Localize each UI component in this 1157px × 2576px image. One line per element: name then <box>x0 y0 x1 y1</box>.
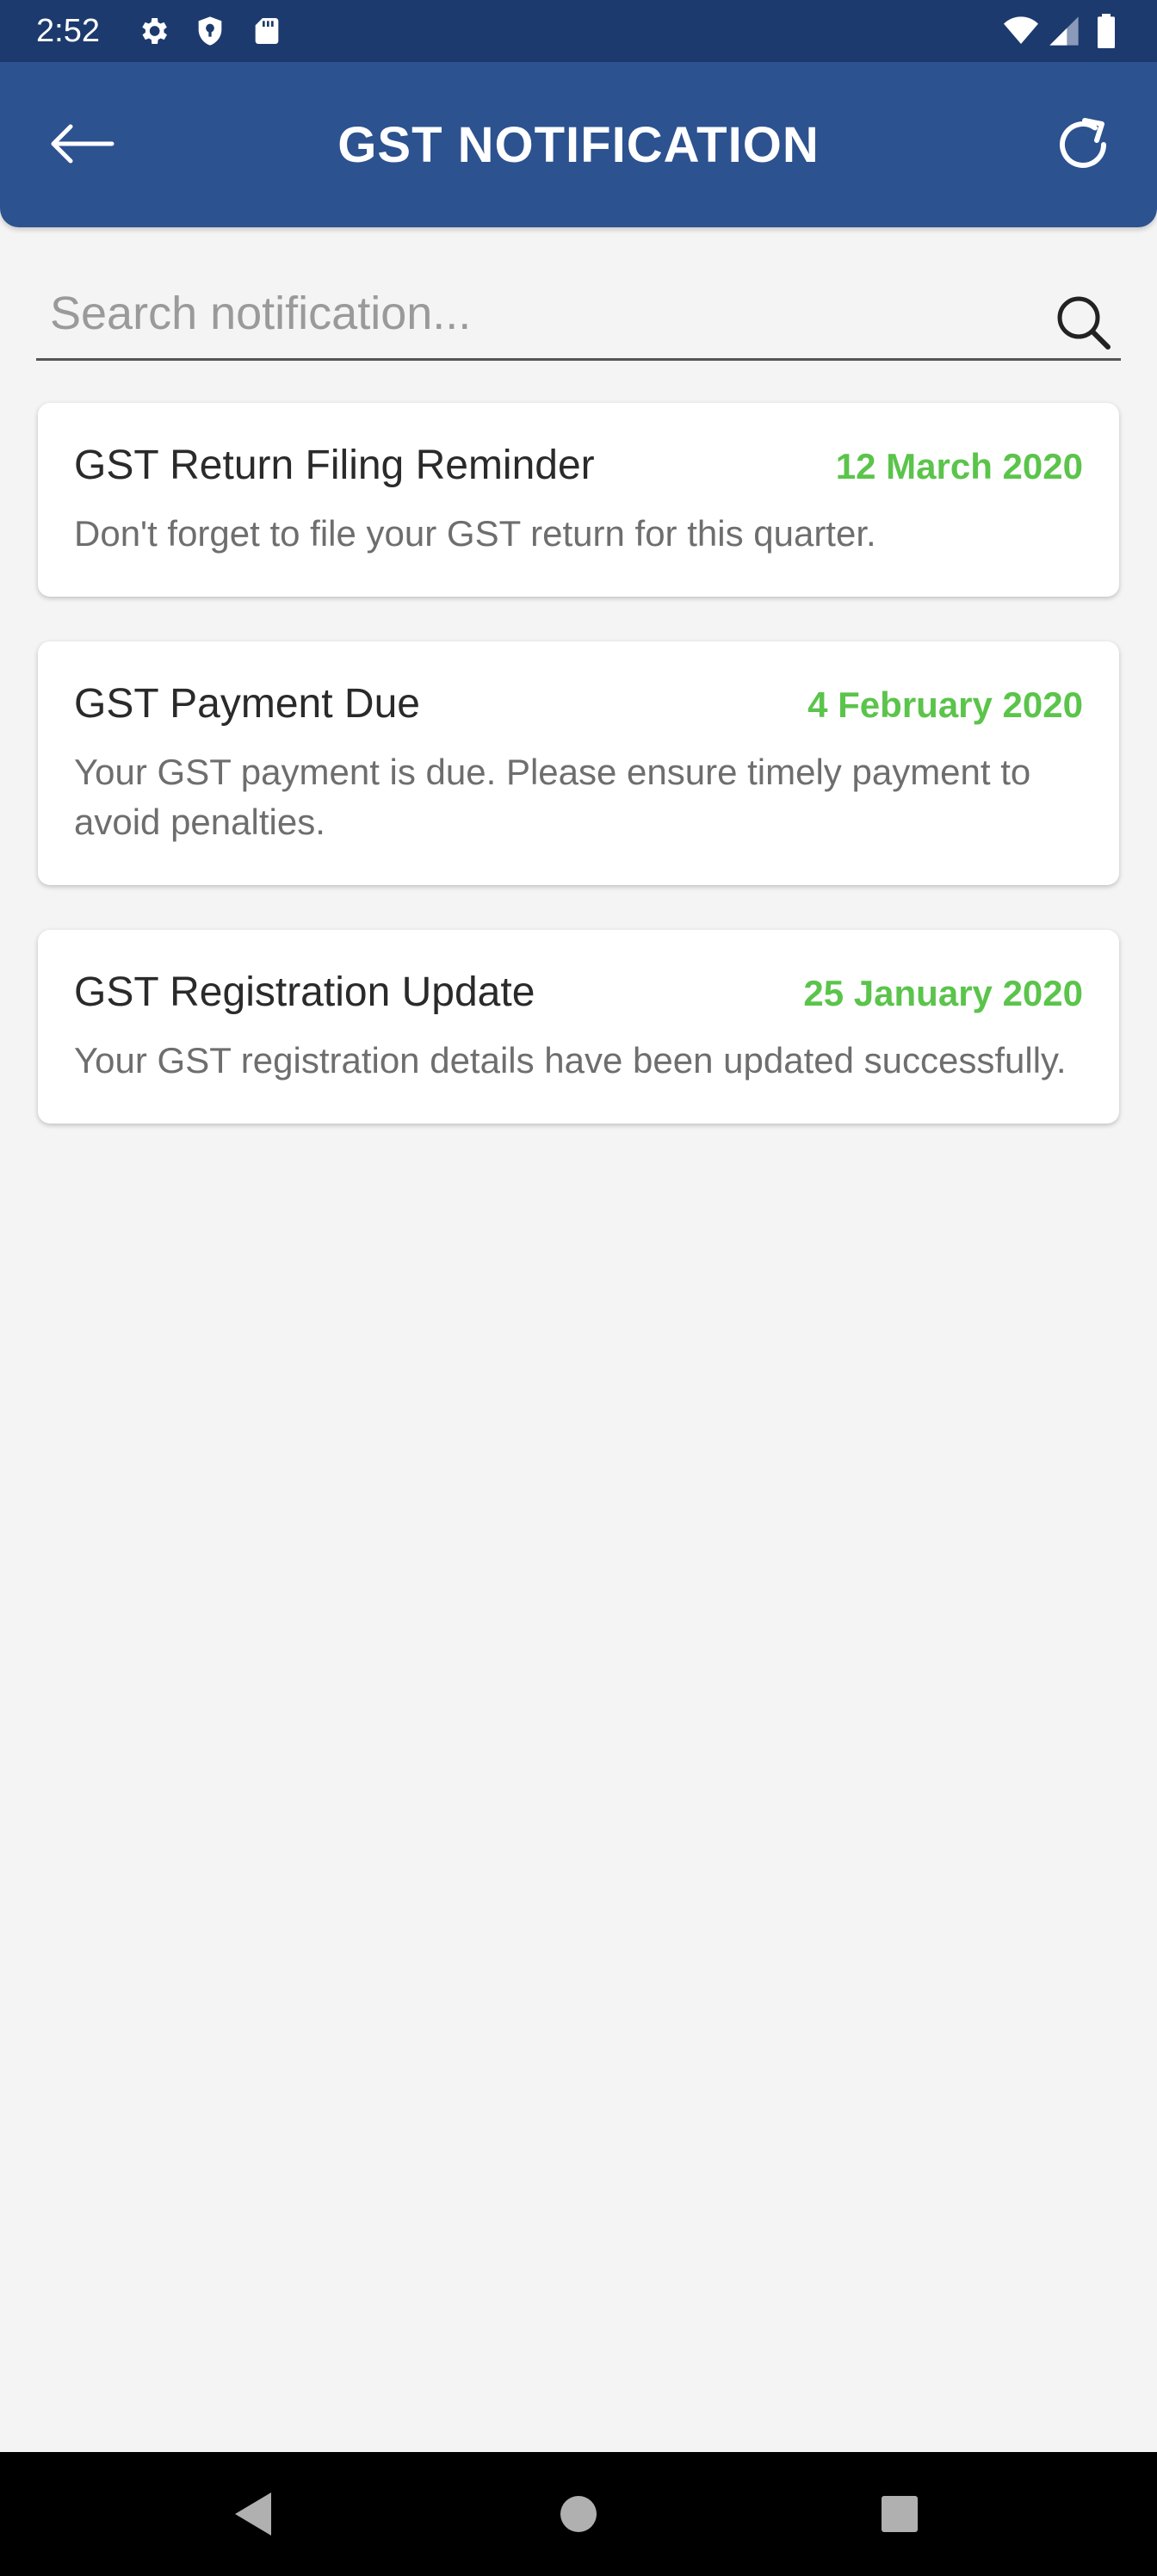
notification-title: GST Registration Update <box>74 969 535 1015</box>
notification-card[interactable]: GST Registration Update 25 January 2020 … <box>38 930 1119 1124</box>
notification-card[interactable]: GST Return Filing Reminder 12 March 2020… <box>38 403 1119 597</box>
nav-back-button[interactable] <box>219 2480 288 2548</box>
notification-list: GST Return Filing Reminder 12 March 2020… <box>38 403 1119 1168</box>
notification-date: 25 January 2020 <box>803 973 1083 1013</box>
search-icon <box>1057 296 1111 350</box>
notification-message: Your GST registration details have been … <box>74 1040 1067 1081</box>
status-bar: 2:52 <box>0 0 1157 62</box>
home-circle-icon <box>560 2496 597 2532</box>
nav-home-button[interactable] <box>544 2480 613 2548</box>
sd-card-icon <box>255 18 279 44</box>
signal-icon <box>1049 16 1079 46</box>
refresh-icon <box>1060 118 1106 168</box>
refresh-button[interactable] <box>1040 102 1126 188</box>
notification-date: 12 March 2020 <box>835 446 1083 486</box>
app-bar: GST NOTIFICATION <box>0 62 1157 227</box>
arrow-left-icon <box>51 124 114 164</box>
search-button[interactable] <box>1050 289 1116 355</box>
back-triangle-icon <box>235 2492 271 2536</box>
wifi-icon <box>1004 16 1038 44</box>
notification-date: 4 February 2020 <box>807 684 1083 725</box>
battery-icon <box>1098 14 1115 48</box>
page-title: GST NOTIFICATION <box>337 116 820 173</box>
shield-icon <box>198 16 222 46</box>
status-time: 2:52 <box>36 13 100 49</box>
notification-header: GST Payment Due 4 February 2020 <box>74 678 1083 732</box>
gear-icon <box>142 18 167 44</box>
system-nav-bar <box>0 2452 1157 2576</box>
notification-message: Your GST payment is due. Please ensure t… <box>74 752 1031 842</box>
notification-header: GST Return Filing Reminder 12 March 2020 <box>74 439 1083 493</box>
nav-recents-button[interactable] <box>865 2480 934 2548</box>
notification-title: GST Payment Due <box>74 681 420 727</box>
back-button[interactable] <box>38 105 124 183</box>
notification-card[interactable]: GST Payment Due 4 February 2020 Your GST… <box>38 641 1119 885</box>
search-input[interactable] <box>50 276 997 351</box>
notification-header: GST Registration Update 25 January 2020 <box>74 966 1083 1020</box>
search-bar <box>36 276 1121 361</box>
notification-message: Don't forget to file your GST return for… <box>74 513 876 554</box>
recents-square-icon <box>882 2496 918 2532</box>
notification-title: GST Return Filing Reminder <box>74 443 595 488</box>
